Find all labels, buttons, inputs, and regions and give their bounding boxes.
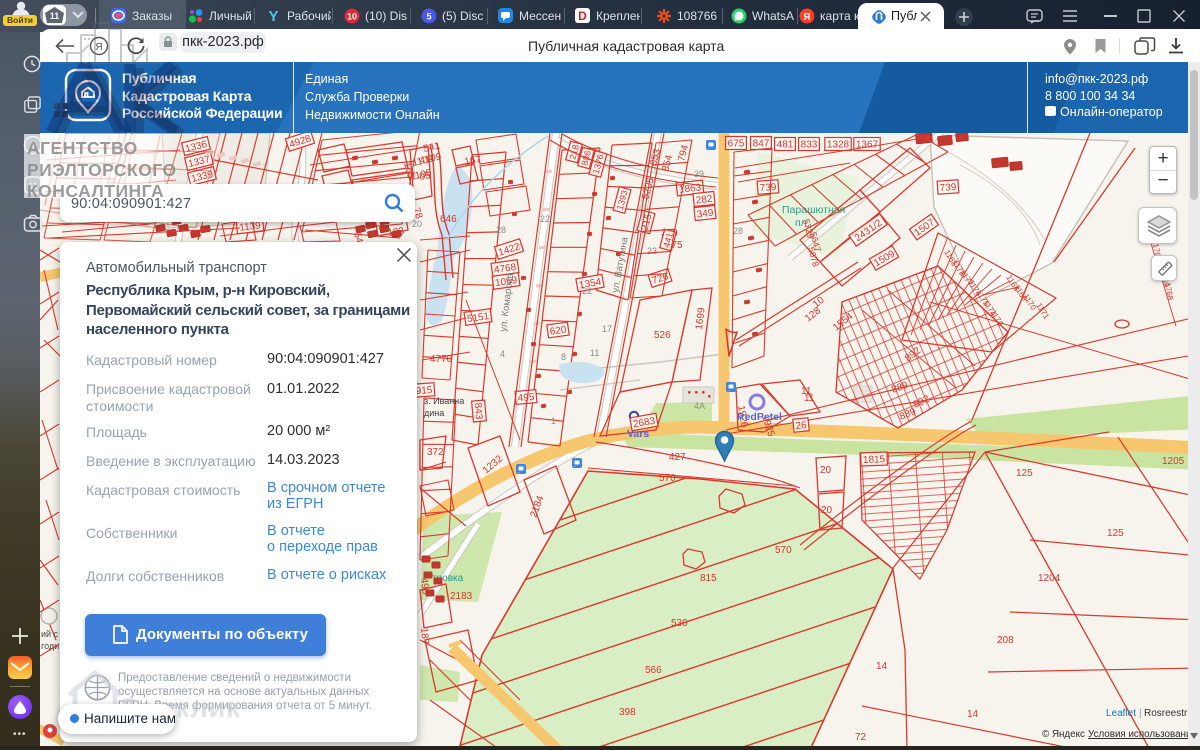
svg-text:з. Иванна: з. Иванна xyxy=(424,396,464,406)
svg-text:208: 208 xyxy=(997,635,1014,646)
svg-text:1815: 1815 xyxy=(863,454,886,466)
svg-text:5: 5 xyxy=(426,12,431,22)
svg-text:Условия использования: Условия использования xyxy=(1088,729,1188,740)
svg-text:26: 26 xyxy=(795,420,808,432)
svg-text:526: 526 xyxy=(654,330,671,341)
svg-text:739: 739 xyxy=(759,182,777,194)
svg-text:282: 282 xyxy=(695,194,713,207)
svg-text:Rosreestr: Rosreestr xyxy=(1144,708,1188,719)
svg-text:28: 28 xyxy=(733,226,743,236)
svg-text:2183: 2183 xyxy=(450,591,473,602)
svg-text:8: 8 xyxy=(561,352,566,362)
svg-text:739: 739 xyxy=(939,182,957,194)
svg-text:20: 20 xyxy=(412,219,422,229)
svg-text:398: 398 xyxy=(619,707,636,718)
svg-text:|: | xyxy=(1139,708,1142,719)
svg-text:22: 22 xyxy=(582,286,592,296)
svg-text:1367: 1367 xyxy=(856,140,879,151)
svg-text:Я: Я xyxy=(803,12,810,23)
svg-text:14: 14 xyxy=(876,661,888,672)
svg-text:Y: Y xyxy=(268,8,278,24)
svg-text:17: 17 xyxy=(602,324,612,334)
svg-text:20: 20 xyxy=(821,505,833,516)
svg-text:530: 530 xyxy=(671,618,688,629)
svg-text:833: 833 xyxy=(801,140,818,151)
svg-text:481: 481 xyxy=(777,140,794,151)
svg-text:20: 20 xyxy=(820,465,832,476)
svg-text:1: 1 xyxy=(551,416,556,426)
svg-text:1205: 1205 xyxy=(1162,456,1185,467)
svg-text:4: 4 xyxy=(500,349,505,359)
svg-text:675: 675 xyxy=(728,139,745,150)
svg-text:14: 14 xyxy=(967,709,979,720)
svg-text:72: 72 xyxy=(855,732,867,743)
svg-text:39: 39 xyxy=(694,169,704,179)
svg-text:4А: 4А xyxy=(694,401,705,411)
svg-text:125: 125 xyxy=(1107,528,1124,539)
svg-text:843: 843 xyxy=(472,402,484,420)
svg-text:D: D xyxy=(578,9,587,23)
svg-text:566: 566 xyxy=(645,665,662,676)
svg-text:646: 646 xyxy=(440,214,457,225)
svg-text:570: 570 xyxy=(775,545,792,556)
svg-text:пл.: пл. xyxy=(795,217,810,229)
svg-text:847: 847 xyxy=(753,139,770,150)
svg-text:ий с: ий с xyxy=(41,629,59,639)
svg-text:22: 22 xyxy=(540,214,550,224)
svg-text:1328: 1328 xyxy=(827,140,850,151)
svg-text:11: 11 xyxy=(590,348,599,358)
svg-text:28: 28 xyxy=(496,225,506,235)
svg-text:1204: 1204 xyxy=(1038,573,1061,584)
svg-text:Парашютная: Парашютная xyxy=(782,204,845,216)
svg-text:23: 23 xyxy=(647,246,657,256)
svg-text:349: 349 xyxy=(696,208,714,221)
svg-text:10: 10 xyxy=(347,12,357,22)
svg-text:© Яндекс: © Яндекс xyxy=(1042,729,1085,740)
svg-text:Leaflet: Leaflet xyxy=(1106,708,1136,719)
svg-text:815: 815 xyxy=(700,573,717,584)
svg-text:Vars: Vars xyxy=(627,428,649,440)
svg-text:372: 372 xyxy=(427,447,444,458)
svg-text:620: 620 xyxy=(549,324,567,337)
svg-text:125: 125 xyxy=(1016,468,1033,479)
svg-text:дина: дина xyxy=(424,408,444,418)
svg-text:RedPetel: RedPetel xyxy=(737,411,782,423)
